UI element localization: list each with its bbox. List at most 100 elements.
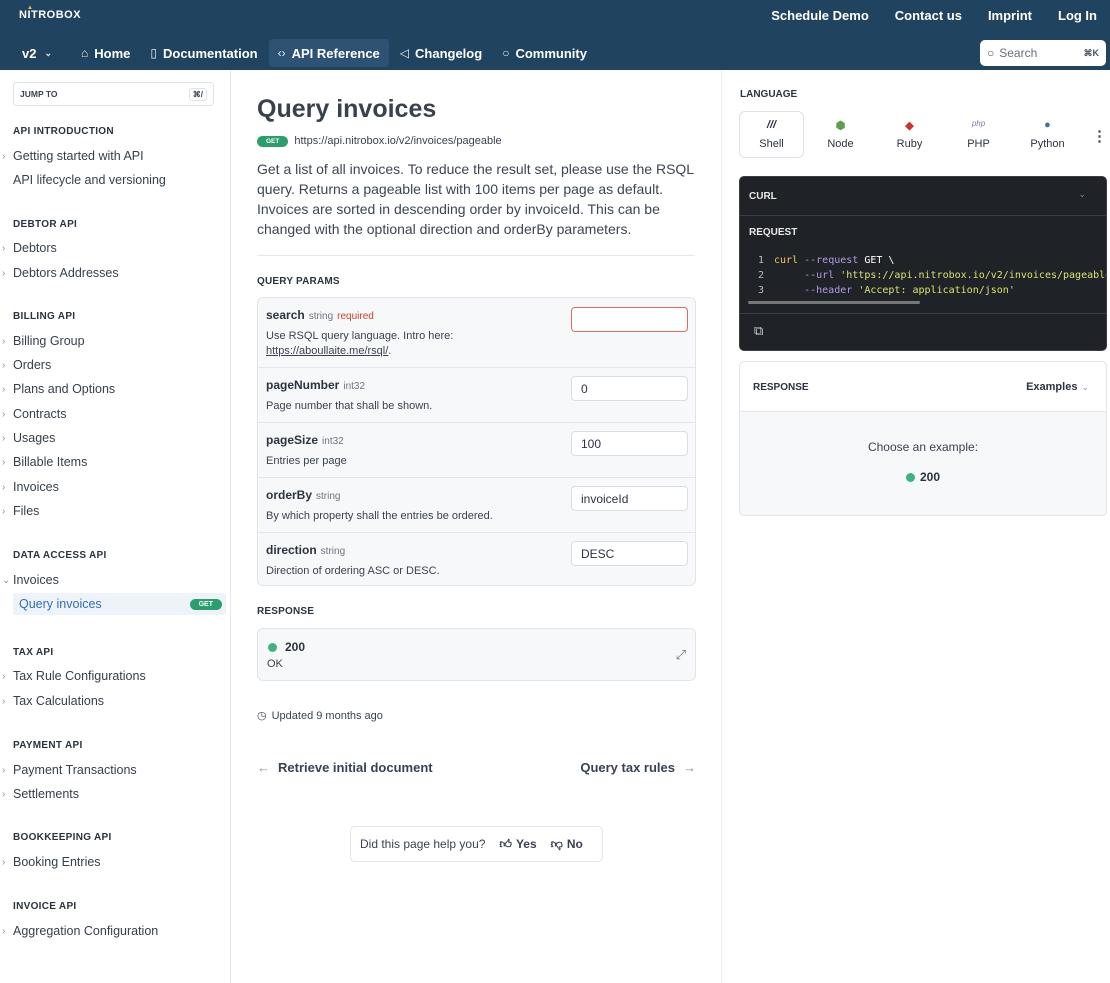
param-row-pagesize: pageSize int32 Entries per page 100 [258,423,695,478]
sidebar-item-invoices-billing[interactable]: › Invoices [0,476,230,498]
endpoint-description: Get a list of all invoices. To reduce th… [257,161,694,237]
chevron-right-icon: › [2,383,6,395]
nitrobox-logo[interactable]: ▲ NITROBOX [19,5,81,21]
no-label: No [566,837,583,851]
sidebar-item-billable-items[interactable]: › Billable Items [0,451,230,473]
language-python[interactable]: ● Python [1015,111,1080,158]
nav-tab-documentation[interactable]: ▯ Documentation [141,39,266,67]
language-ruby[interactable]: ◆ Ruby [877,111,942,158]
sidebar-item-label: Settlements [13,787,80,801]
sidebar-item-payment-transactions[interactable]: › Payment Transactions [0,759,230,781]
sidebar-item-label: Getting started with API [13,149,144,163]
thumbs-down-icon: 👎︎ [550,836,563,851]
home-icon: ⌂ [81,46,89,60]
sidebar-item-label: Billable Items [13,455,88,469]
code-token: 'Accept: application/json' [858,285,1015,296]
sidebar-item-tax-rule-configurations[interactable]: › Tax Rule Configurations [0,665,230,687]
expand-icon[interactable]: ⤢ [676,647,686,663]
horizontal-scrollbar[interactable] [748,301,920,304]
divider [740,215,1106,216]
search-icon: ○ [987,46,995,60]
example-code-label: 200 [919,470,941,484]
sidebar: JUMP TO ⌘/ API INTRODUCTION › Getting sta… [0,70,231,983]
rsql-intro-link[interactable]: https://aboullaite.me/rsql/ [266,345,388,357]
param-description: By which property shall the entries be o… [266,510,493,522]
sidebar-item-tax-calculations[interactable]: › Tax Calculations [0,690,230,712]
nav-tab-changelog[interactable]: ◁ Changelog [391,39,491,67]
response-200-box[interactable]: 200 OK ⤢ [257,628,696,681]
sidebar-item-booking-entries[interactable]: › Booking Entries [0,851,230,873]
language-label: PHP [967,138,990,150]
sidebar-item-settlements[interactable]: › Settlements [0,783,230,805]
copy-icon[interactable]: ⧉ [754,323,763,339]
sidebar-item-label: Files [13,504,40,518]
schedule-demo-link[interactable]: Schedule Demo [771,8,869,23]
nav-tab-label: Documentation [163,45,258,61]
sidebar-item-label: Billing Group [13,334,85,348]
feedback-yes-button[interactable]: 👍︎ Yes [499,837,536,852]
chevron-right-icon: › [2,856,6,868]
main-content: Query invoices GET https://api.nitrobox.… [232,70,721,983]
divider [740,313,1106,314]
section-heading: TAX API [13,647,54,658]
example-200-button[interactable]: 200 [740,470,1106,484]
sidebar-item-query-invoices[interactable]: Query invoices GET [13,593,226,615]
order-by-input[interactable]: invoiceId [571,486,688,511]
main-nav: v2 ⌄ ⌂ Home ▯ Documentation ‹› API Refer… [0,36,1110,70]
contact-us-link[interactable]: Contact us [895,8,962,23]
param-description: Use RSQL query language. Intro here: htt… [266,329,453,359]
direction-input[interactable]: DESC [571,541,688,566]
more-options-icon[interactable]: ⋮ [1092,127,1107,145]
sidebar-item-files[interactable]: › Files [0,500,230,522]
sidebar-item-debtors[interactable]: › Debtors [0,237,230,259]
divider [257,255,695,256]
examples-dropdown[interactable]: Examples ⌄ [1026,381,1089,393]
nav-tab-community[interactable]: ○ Community [493,39,596,67]
chevron-right-icon: › [2,335,6,347]
sidebar-item-debtors-addresses[interactable]: › Debtors Addresses [0,262,230,284]
updated-info: ◷ Updated 9 months ago [257,709,383,723]
chevron-down-icon[interactable]: ⌄ [1078,189,1086,200]
nav-tab-home[interactable]: ⌂ Home [72,39,139,67]
feedback-no-button[interactable]: 👎︎ No [551,837,583,852]
updated-text: Updated 9 months ago [271,709,383,722]
log-in-link[interactable]: Log In [1058,8,1097,23]
sidebar-item-plans-options[interactable]: › Plans and Options [0,378,230,400]
sidebar-item-api-lifecycle[interactable]: API lifecycle and versioning [0,169,230,191]
imprint-link[interactable]: Imprint [988,8,1032,23]
chevron-right-icon: › [2,267,6,279]
param-type: string [316,491,341,502]
sidebar-item-usages[interactable]: › Usages [0,427,230,449]
sidebar-item-invoices-data[interactable]: ⌄ Invoices [0,569,230,591]
sidebar-item-label: Plans and Options [13,382,116,396]
feedback-question: Did this page help you? [360,837,486,851]
sidebar-item-billing-group[interactable]: › Billing Group [0,330,230,352]
sidebar-item-contracts[interactable]: › Contracts [0,403,230,425]
next-page-link[interactable]: Query tax rules → [580,760,696,775]
sidebar-item-getting-started[interactable]: › Getting started with API [0,145,230,167]
sidebar-item-orders[interactable]: › Orders [0,354,230,376]
jump-to-input[interactable]: JUMP TO ⌘/ [13,82,214,106]
language-label: Python [1030,138,1065,150]
sidebar-item-label: Tax Rule Configurations [13,669,146,683]
request-heading: REQUEST [749,227,798,238]
code-token: --url [774,270,835,281]
page-size-input[interactable]: 100 [571,431,688,456]
book-icon: ▯ [150,46,157,60]
language-node[interactable]: ⬢ Node [808,111,873,158]
language-php[interactable]: php PHP [946,111,1011,158]
nav-tab-api-reference[interactable]: ‹› API Reference [268,39,389,67]
sidebar-item-aggregation-configuration[interactable]: › Aggregation Configuration [0,920,230,942]
code-icon: ‹› [277,46,286,60]
chevron-right-icon: › [2,695,6,707]
search-input[interactable]: ○ Search ⌘K [980,40,1106,66]
previous-page-link[interactable]: ← Retrieve initial document [257,760,433,775]
page-number-input[interactable]: 0 [571,376,688,401]
param-description: Entries per page [266,455,347,467]
language-label: Node [827,138,854,150]
language-shell[interactable]: /// Shell [739,111,804,158]
sidebar-item-label: Payment Transactions [13,763,137,777]
search-param-input[interactable] [571,307,688,332]
arrow-left-icon: ← [257,760,270,775]
version-select[interactable]: v2 ⌄ [22,46,52,61]
